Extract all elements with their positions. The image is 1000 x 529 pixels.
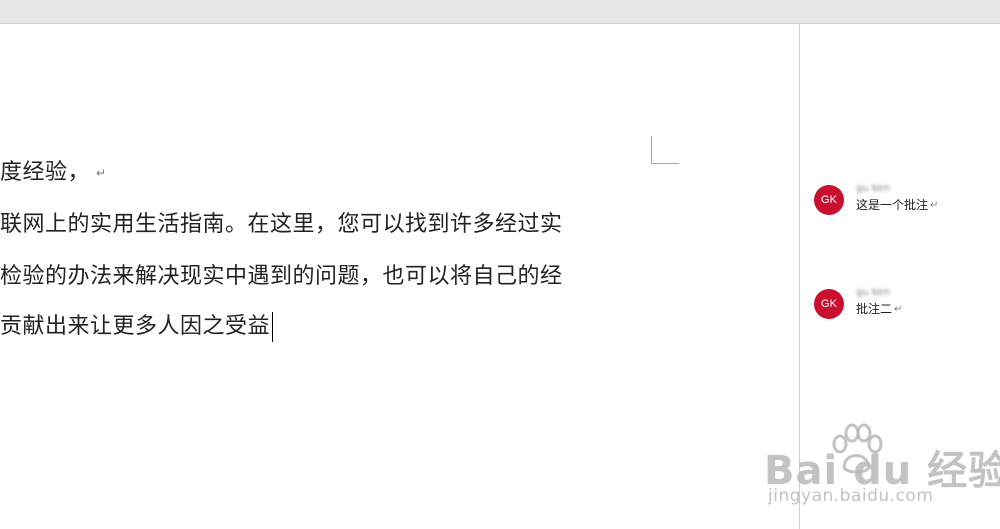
comment-text[interactable]: 批注二 ↵ xyxy=(856,300,902,317)
comment-card-2[interactable]: GK gu ken 批注二 ↵ xyxy=(814,287,994,329)
watermark-url: jingyan.baidu.com xyxy=(768,486,934,506)
document-line-4[interactable]: 贡献出来让更多人因之受益 xyxy=(0,308,274,342)
text-cursor xyxy=(272,312,274,342)
line-text: 检验的办法来解决现实中遇到的问题，也可以将自己的经 xyxy=(0,264,563,289)
comment-text[interactable]: 这是一个批注 ↵ xyxy=(856,196,938,213)
line-text: 度经验， xyxy=(0,160,91,185)
paragraph-mark-icon: ↵ xyxy=(930,200,939,211)
comment-author: gu ken xyxy=(856,183,890,194)
document-page[interactable]: 度经验， ↵ 联网上的实用生活指南。在这里，您可以找到许多经过实 检验的办法来解决… xyxy=(0,24,800,529)
document-line-2[interactable]: 联网上的实用生活指南。在这里，您可以找到许多经过实 xyxy=(0,206,563,238)
baidu-watermark: Bai du 经验 jingyan.baidu.com xyxy=(762,420,1000,520)
window-top-bar xyxy=(0,0,1000,24)
comment-body: 这是一个批注 xyxy=(856,198,929,212)
avatar[interactable]: GK xyxy=(814,185,844,215)
document-line-3[interactable]: 检验的办法来解决现实中遇到的问题，也可以将自己的经 xyxy=(0,258,563,290)
comment-author: gu ken xyxy=(856,287,890,298)
margin-corner-mark xyxy=(651,136,679,164)
paragraph-mark-icon: ↵ xyxy=(96,166,107,180)
comment-card-1[interactable]: GK gu ken 这是一个批注 ↵ xyxy=(814,183,994,225)
comment-body: 批注二 xyxy=(856,302,893,316)
document-line-1[interactable]: 度经验， ↵ xyxy=(0,154,107,186)
paragraph-mark-icon: ↵ xyxy=(894,304,903,315)
avatar[interactable]: GK xyxy=(814,289,844,319)
line-text: 联网上的实用生活指南。在这里，您可以找到许多经过实 xyxy=(0,212,563,237)
line-text: 贡献出来让更多人因之受益 xyxy=(0,314,271,339)
